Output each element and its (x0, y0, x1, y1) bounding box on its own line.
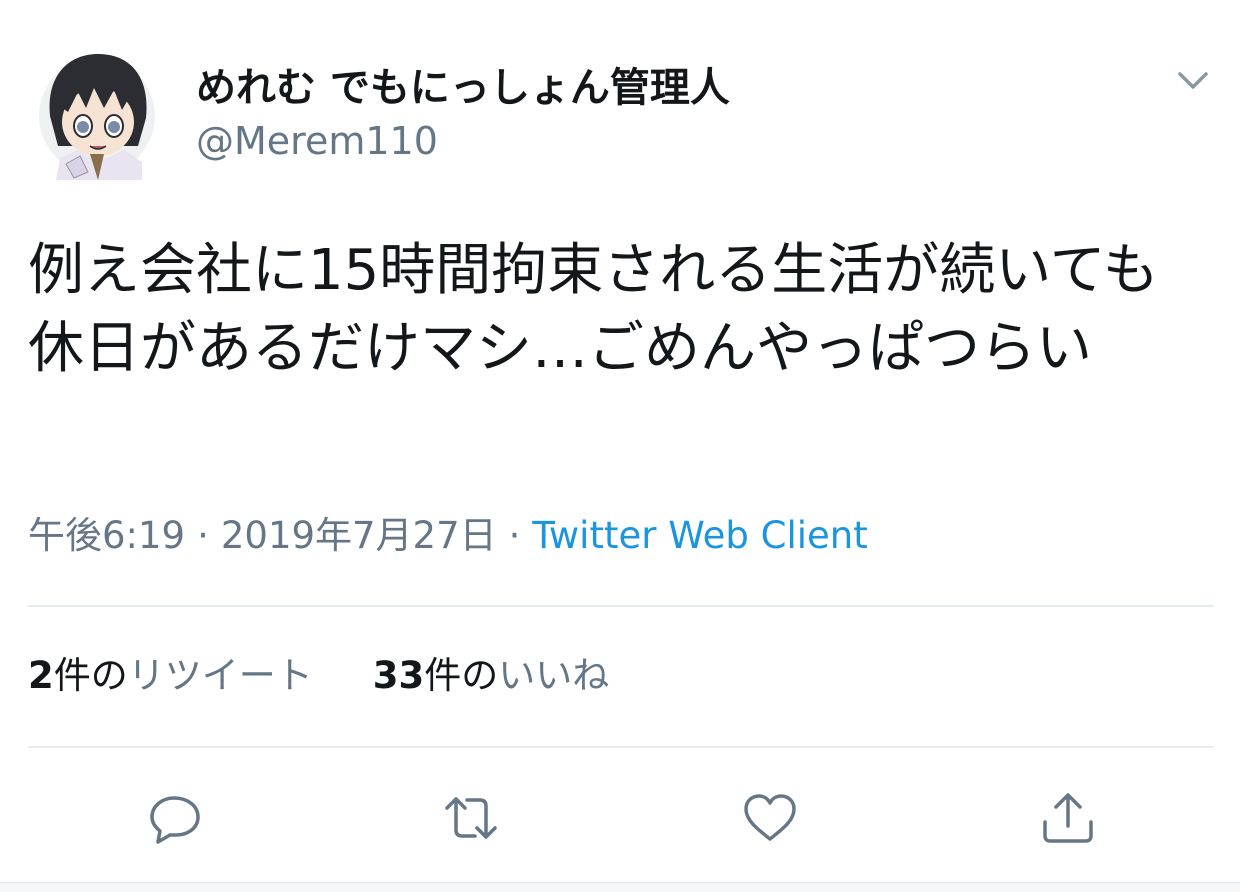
tweet-meta: 午後6:19 · 2019年7月27日 · Twitter Web Client (28, 512, 868, 560)
retweets-label: リツイート (127, 654, 313, 697)
tweet-stats: 2件のリツイート 33件のいいね (28, 652, 609, 700)
chevron-down-icon[interactable] (1172, 62, 1214, 100)
meta-separator: · (508, 514, 521, 557)
avatar-illustration (39, 54, 155, 180)
retweets-count: 2 (28, 654, 54, 697)
meta-separator: · (197, 514, 209, 557)
share-icon[interactable] (1040, 790, 1096, 846)
reply-icon[interactable] (148, 790, 204, 846)
tweet-time[interactable]: 午後6:19 (28, 514, 185, 557)
display-name[interactable]: めれむ でもにっしょん管理人 (196, 64, 730, 112)
retweet-icon[interactable] (443, 790, 499, 846)
avatar[interactable] (38, 46, 156, 180)
likes-count: 33 (372, 654, 425, 697)
retweets-unit: 件の (53, 654, 128, 697)
user-handle[interactable]: @Merem110 (196, 118, 438, 164)
likes-unit: 件の (424, 654, 499, 697)
tweet-source-link[interactable]: Twitter Web Client (532, 514, 867, 557)
tweet-date[interactable]: 2019年7月27日 (221, 514, 497, 557)
divider (28, 746, 1214, 748)
likes-label: いいね (498, 654, 610, 697)
retweets-stat[interactable]: 2件のリツイート (28, 652, 313, 700)
tweet-text: 例え会社に15時間拘束される生活が続いても休日があるだけマシ…ごめんやっぱつらい (28, 238, 1159, 381)
divider (28, 605, 1214, 607)
likes-stat[interactable]: 33件のいいね (373, 652, 610, 700)
heart-icon[interactable] (742, 790, 798, 846)
